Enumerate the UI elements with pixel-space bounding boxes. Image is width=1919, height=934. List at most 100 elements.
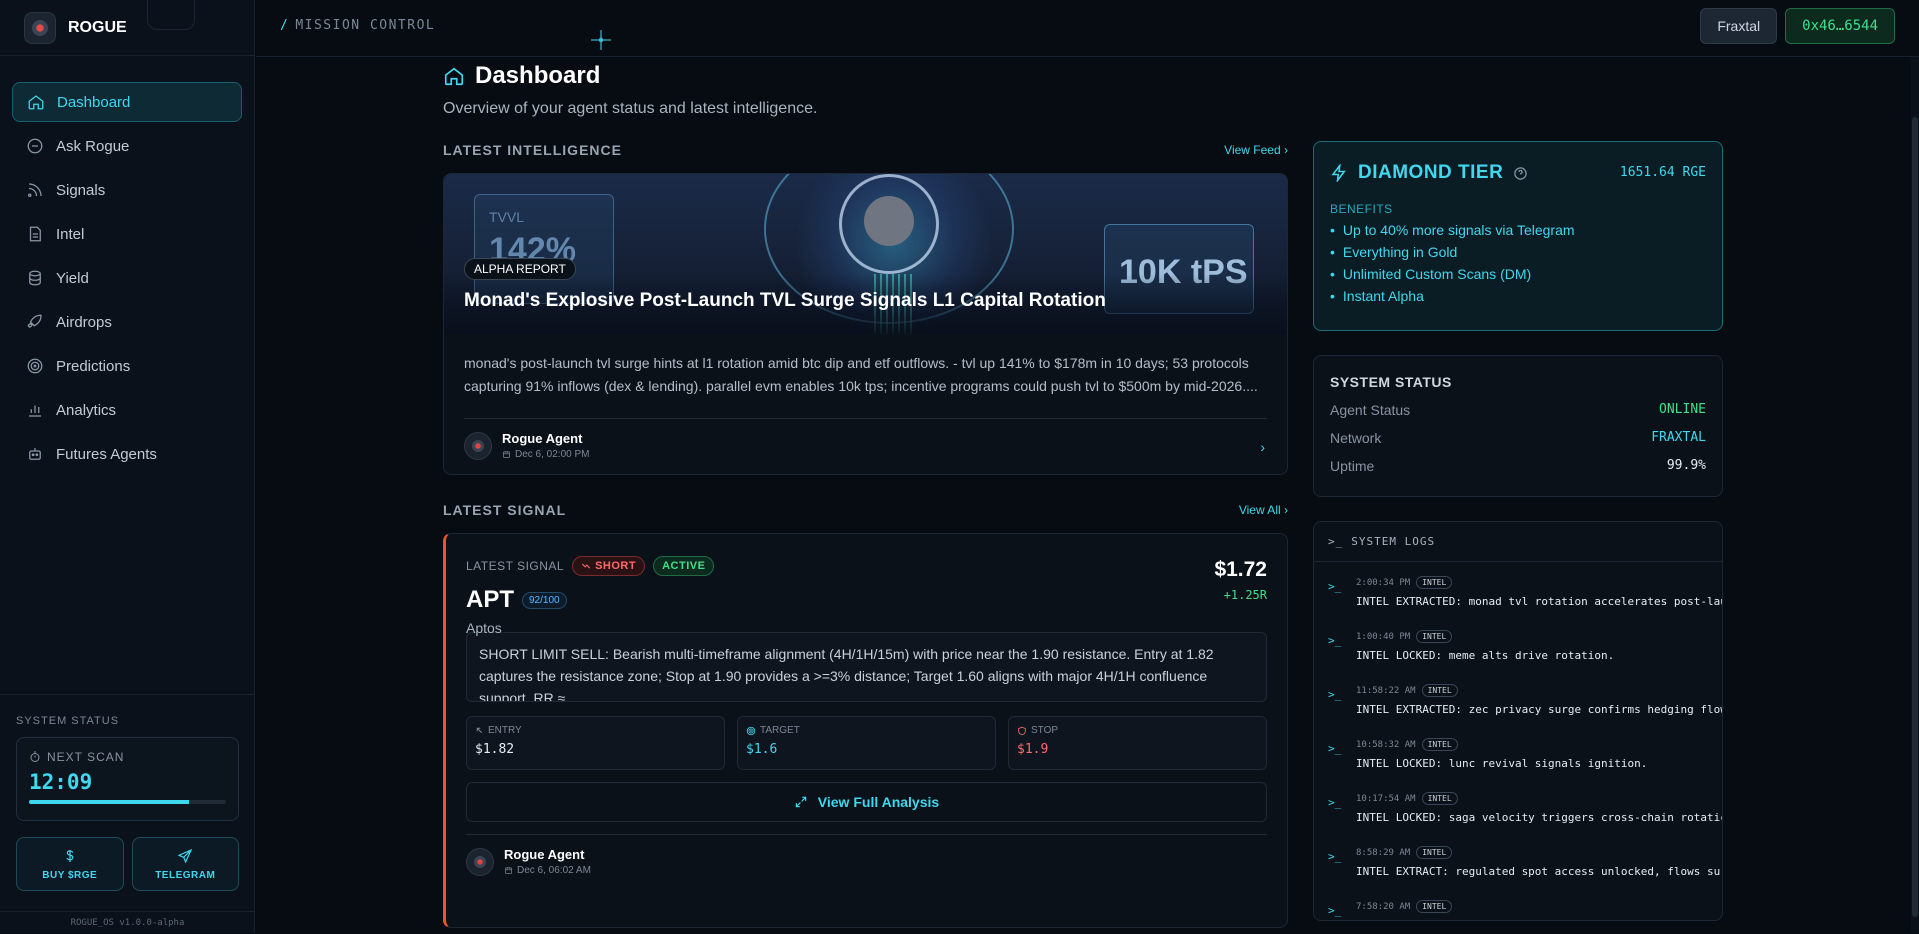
log-entry: >_ 10:17:54 AM INTEL INTEL LOCKED: saga vel… [1314,792,1722,832]
sidebar: ROGUE Dashboard Ask Rogue Signals Intel … [0,0,255,933]
log-tag: INTEL [1416,630,1453,643]
status-value: FRAXTAL [1651,430,1706,445]
log-list: >_ 2:00:34 PM INTEL INTEL EXTRACTED: monad … [1314,576,1722,920]
calendar-icon [503,451,510,458]
topbar-actions: Fraxtal 0x46…6544 [1700,8,1895,44]
sidebar-item-dashboard[interactable]: Dashboard [12,82,242,122]
sidebar-item-analytics[interactable]: Analytics [12,390,242,430]
tier-title: DIAMOND TIER [1358,162,1504,183]
signal-card[interactable]: LATEST SIGNAL SHORT ACTIVE APT 92/100 Ap… [443,533,1288,928]
home-icon [444,67,464,86]
sidebar-item-ask-rogue[interactable]: Ask Rogue [12,126,242,166]
benefit-text: Unlimited Custom Scans (DM) [1342,266,1532,282]
chevron-right-icon[interactable]: › [1260,439,1265,455]
breadcrumb: / MISSION CONTROL [280,18,435,33]
benefit-item: • Up to 40% more signals via Telegram [1330,222,1575,238]
satellite-icon [27,183,42,198]
prompt-icon: >_ [1328,634,1342,647]
log-tag: INTEL [1421,792,1458,805]
sidebar-item-yield[interactable]: Yield [12,258,242,298]
rocket-icon [27,314,42,329]
buy-rge-button[interactable]: BUY $RGE [16,837,124,891]
calendar-icon [505,867,512,874]
status-label: Agent Status [1330,402,1411,418]
sidebar-item-signals[interactable]: Signals [12,170,242,210]
view-full-analysis-label: View Full Analysis [817,794,940,810]
brand[interactable]: ROGUE [0,0,254,56]
next-scan-progress-fill [29,800,189,804]
log-tag: INTEL [1421,738,1458,751]
help-circle-icon[interactable] [1513,166,1528,181]
telegram-button[interactable]: TELEGRAM [131,837,239,891]
log-meta: 10:58:32 AM INTEL [1356,738,1722,751]
benefit-item: • Everything in Gold [1330,244,1458,260]
signal-price-block: $1.72 +1.25R [1214,558,1267,602]
author-name: Rogue Agent [502,431,583,446]
database-icon [29,270,41,286]
view-all-link[interactable]: View All › [1239,503,1288,517]
network-selector[interactable]: Fraxtal [1700,8,1778,44]
log-meta: 8:58:29 AM INTEL [1356,846,1722,859]
log-time: 8:58:29 AM [1356,847,1411,858]
intel-title[interactable]: Monad's Explosive Post-Launch TVL Surge … [464,290,1106,312]
next-scan-time: 12:09 [29,770,93,794]
log-entry: >_ 11:58:22 AM INTEL INTEL EXTRACTED: zec p… [1314,684,1722,724]
stop-value: $1.9 [1017,742,1049,757]
intel-card[interactable]: TVVL 142% 10K tPS ALPHA REPORT Monad's Ex… [443,173,1288,475]
signal-asset-name: Aptos [466,620,502,636]
prompt-icon: >_ [1328,580,1342,593]
status-badge: ACTIVE [653,556,715,576]
view-full-analysis-button[interactable]: View Full Analysis [466,782,1267,822]
log-time: 1:00:40 PM [1356,631,1411,642]
os-version: ROGUE_OS v1.0.0-alpha [0,911,255,933]
sidebar-item-label: Intel [56,225,85,243]
lightning-icon [1331,164,1346,182]
log-tag: INTEL [1416,576,1453,589]
log-time: 7:58:20 AM [1356,901,1411,912]
stop-label: STOP [1031,725,1059,736]
prompt-icon: >_ [1328,796,1342,809]
next-scan-header: NEXT SCAN [29,750,226,764]
prompt-icon: >_ [1328,688,1342,701]
avatar [466,847,494,876]
intel-author: Rogue Agent Dec 6, 02:00 PM › [444,419,1287,472]
log-entry: >_ 8:58:29 AM INTEL INTEL EXTRACT: regulate… [1314,846,1722,886]
system-logs-title: SYSTEM LOGS [1351,535,1436,548]
intel-section-title: LATEST INTELLIGENCE [443,142,622,158]
log-entry: >_ 7:58:20 AM INTEL [1314,900,1722,920]
telegram-label: TELEGRAM [155,869,216,881]
breadcrumb-slash: / [280,18,290,33]
buy-rge-label: BUY $RGE [42,869,98,881]
system-logs-card[interactable]: >_ SYSTEM LOGS >_ 2:00:34 PM INTEL INTEL EX… [1313,521,1723,921]
sidebar-item-airdrops[interactable]: Airdrops [12,302,242,342]
signal-symbol: APT [466,586,514,613]
signal-labels: LATEST SIGNAL SHORT ACTIVE [466,556,1267,576]
entry-value: $1.82 [475,742,515,757]
entry-label: ENTRY [488,725,522,736]
author-date: Dec 6, 02:00 PM [502,449,589,460]
view-feed-link[interactable]: View Feed › [1224,143,1288,157]
system-logs-header: >_ SYSTEM LOGS [1314,522,1722,562]
signal-section-header: LATEST SIGNAL View All › [443,502,1288,518]
log-message: INTEL EXTRACTED: zec privacy surge confi… [1356,703,1723,716]
breadcrumb-label: MISSION CONTROL [295,18,436,33]
avatar [464,431,492,460]
sidebar-item-futures-agents[interactable]: Futures Agents [12,434,242,474]
sidebar-item-label: Signals [56,181,106,199]
signal-author: Rogue Agent Dec 6, 06:02 AM [446,835,1287,888]
stop-level: STOP $1.9 [1008,716,1267,770]
page-title: Dashboard [443,62,1723,90]
sidebar-item-label: Yield [56,269,89,287]
sidebar-item-predictions[interactable]: Predictions [12,346,242,386]
header-ghost-panel [147,0,195,30]
scrollbar-thumb[interactable] [1912,117,1918,917]
log-message: INTEL LOCKED: lunc revival signals ignit… [1356,757,1648,770]
wallet-button[interactable]: 0x46…6544 [1785,8,1895,44]
target-level: TARGET $1.6 [737,716,996,770]
bar-chart-icon [29,405,41,417]
main-scrollbar[interactable] [1911,57,1919,933]
log-meta: 1:00:40 PM INTEL [1356,630,1722,643]
sidebar-item-intel[interactable]: Intel [12,214,242,254]
intel-summary: monad's post-launch tvl surge hints at l… [464,355,1258,394]
prompt-icon: >_ [1328,850,1342,863]
